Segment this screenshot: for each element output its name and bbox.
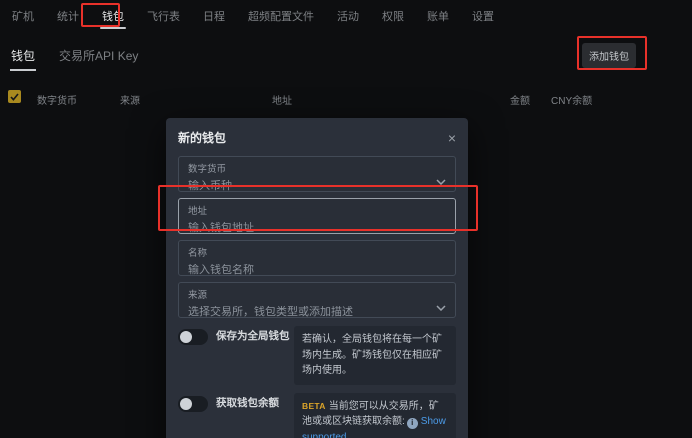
close-icon[interactable]: × bbox=[448, 131, 456, 145]
name-input[interactable] bbox=[188, 264, 425, 276]
global-wallet-toggle-label: 保存为全局钱包 bbox=[216, 330, 294, 344]
address-field[interactable]: 地址 bbox=[178, 198, 456, 234]
modal-header: 新的钱包 × bbox=[178, 129, 456, 146]
nav-item-wallets[interactable]: 钱包 bbox=[100, 0, 126, 31]
column-header-coin: 数字货币 bbox=[37, 92, 77, 107]
coin-input[interactable] bbox=[188, 180, 425, 192]
chevron-down-icon bbox=[436, 298, 446, 316]
nav-item-workers[interactable]: 矿机 bbox=[10, 0, 36, 31]
chevron-down-icon bbox=[436, 172, 446, 190]
nav-item-oc-profiles[interactable]: 超频配置文件 bbox=[246, 0, 316, 31]
new-wallet-modal: 新的钱包 × 数字货币 地址 名称 来源 保存为全局钱包 bbox=[166, 118, 468, 438]
nav-item-stats[interactable]: 统计 bbox=[55, 0, 81, 31]
toggle-knob bbox=[180, 398, 192, 410]
nav-item-settings[interactable]: 设置 bbox=[470, 0, 496, 31]
app-screen: 矿机 统计 钱包 飞行表 日程 超频配置文件 活动 权限 账单 设置 钱包 交易… bbox=[0, 0, 692, 438]
nav-item-activity[interactable]: 活动 bbox=[335, 0, 361, 31]
column-header-address: 地址 bbox=[272, 92, 292, 107]
name-field-label: 名称 bbox=[188, 245, 446, 259]
fetch-balance-toggle-label: 获取钱包余额 bbox=[216, 397, 294, 411]
tab-exchange-api-key[interactable]: 交易所API Key bbox=[58, 41, 139, 70]
top-nav: 矿机 统计 钱包 飞行表 日程 超频配置文件 活动 权限 账单 设置 bbox=[0, 0, 692, 30]
checkmark-icon bbox=[10, 93, 19, 101]
column-header-balance: 金额 bbox=[510, 92, 530, 107]
address-input[interactable] bbox=[188, 222, 425, 234]
coin-select-field[interactable]: 数字货币 bbox=[178, 156, 456, 192]
toggle-knob bbox=[180, 331, 192, 343]
global-wallet-toggle[interactable] bbox=[178, 329, 208, 345]
beta-badge: BETA bbox=[302, 401, 326, 411]
modal-title: 新的钱包 bbox=[178, 129, 226, 146]
fetch-balance-description: BETA当前您可以从交易所，矿池或或区块链获取余额:iShow supporte… bbox=[294, 393, 456, 438]
source-input[interactable] bbox=[188, 306, 425, 318]
nav-item-flight-sheets[interactable]: 飞行表 bbox=[145, 0, 182, 31]
wallet-table-header: 数字货币 来源 地址 金额 CNY余额 bbox=[0, 90, 692, 110]
nav-item-access[interactable]: 权限 bbox=[380, 0, 406, 31]
column-header-cny-balance: CNY余额 bbox=[551, 92, 592, 107]
name-field[interactable]: 名称 bbox=[178, 240, 456, 276]
nav-item-schedules[interactable]: 日程 bbox=[201, 0, 227, 31]
fetch-balance-toggle-row: 获取钱包余额 BETA当前您可以从交易所，矿池或或区块链获取余额:iShow s… bbox=[178, 393, 456, 438]
fetch-balance-toggle[interactable] bbox=[178, 396, 208, 412]
add-wallet-button[interactable]: 添加钱包 bbox=[582, 43, 636, 68]
nav-item-billing[interactable]: 账单 bbox=[425, 0, 451, 31]
source-field-label: 来源 bbox=[188, 287, 446, 301]
info-icon[interactable]: i bbox=[407, 418, 418, 429]
sub-header: 钱包 交易所API Key 添加钱包 bbox=[0, 38, 692, 72]
global-wallet-toggle-row: 保存为全局钱包 若确认，全局钱包将在每一个矿场内生成。矿场钱包仅在相应矿场内使用… bbox=[178, 326, 456, 385]
source-select-field[interactable]: 来源 bbox=[178, 282, 456, 318]
global-wallet-description: 若确认，全局钱包将在每一个矿场内生成。矿场钱包仅在相应矿场内使用。 bbox=[294, 326, 456, 385]
select-all-checkbox[interactable] bbox=[8, 90, 21, 103]
coin-field-label: 数字货币 bbox=[188, 161, 446, 175]
address-field-label: 地址 bbox=[188, 203, 446, 217]
tab-wallets[interactable]: 钱包 bbox=[10, 41, 36, 70]
column-header-source: 来源 bbox=[120, 92, 140, 107]
